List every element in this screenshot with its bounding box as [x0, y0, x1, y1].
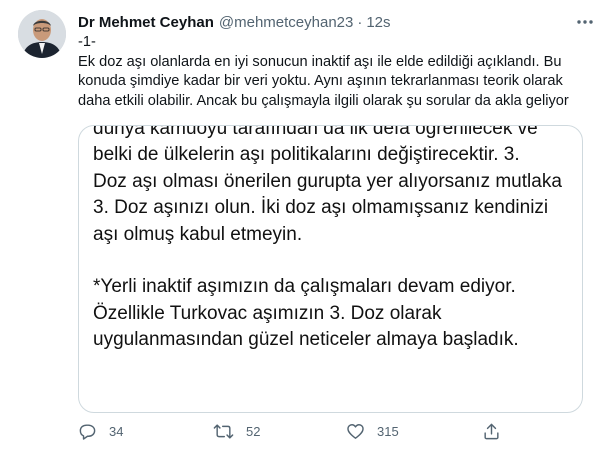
media-text-line: *Yerli inaktif aşımızın da çalışmaları d… — [93, 276, 516, 298]
retweet-button[interactable]: 52 — [213, 422, 260, 441]
tweet-text: -1- Ek doz aşı olanlarda en iyi sonucun … — [78, 34, 569, 110]
share-icon — [484, 423, 499, 440]
media-text-line: Doz aşı olması önerilen gurupta yer alıy… — [93, 170, 562, 192]
media-text-line: 3. Doz aşınızı olun. İki doz aşı olmamış… — [93, 197, 549, 219]
tweet-header: Dr Mehmet Ceyhan @mehmetceyhan23 · 12s — [78, 12, 391, 32]
share-button[interactable] — [482, 422, 501, 441]
tweet-timestamp[interactable]: 12s — [366, 14, 390, 31]
separator-dot: · — [357, 13, 363, 31]
tweet-actions: 34 52 315 — [78, 422, 598, 442]
media-text-line: Özellikle Turkovac aşımızın 3. Doz olara… — [93, 302, 442, 324]
reply-count: 34 — [109, 424, 124, 439]
author-name[interactable]: Dr Mehmet Ceyhan — [78, 14, 214, 31]
media-text-line: uygulanmasından güzel neticeler almaya b… — [93, 329, 519, 351]
reply-button[interactable]: 34 — [78, 422, 123, 441]
reply-icon — [79, 424, 96, 440]
media-paragraph-gap — [93, 248, 573, 274]
author-handle[interactable]: @mehmetceyhan23 — [219, 14, 353, 31]
media-text-line: dünya kamuoyu tarafından da ilk defa öğr… — [93, 125, 538, 139]
retweet-icon — [213, 424, 234, 439]
media-text-line: belki de ülkelerin aşı politikalarını de… — [93, 144, 520, 166]
media-text-block: dünya kamuoyu tarafından da ilk defa öğr… — [93, 125, 573, 354]
more-options-button[interactable] — [573, 10, 597, 34]
like-icon — [347, 424, 364, 439]
like-count: 315 — [377, 424, 399, 439]
like-button[interactable]: 315 — [346, 422, 399, 441]
media-text-line: aşı olmuş kabul etmeyin. — [93, 223, 303, 245]
retweet-count: 52 — [246, 424, 261, 439]
tweet-media-image[interactable]: dünya kamuoyu tarafından da ilk defa öğr… — [78, 125, 583, 413]
more-icon — [577, 20, 593, 24]
author-avatar[interactable] — [18, 10, 66, 58]
